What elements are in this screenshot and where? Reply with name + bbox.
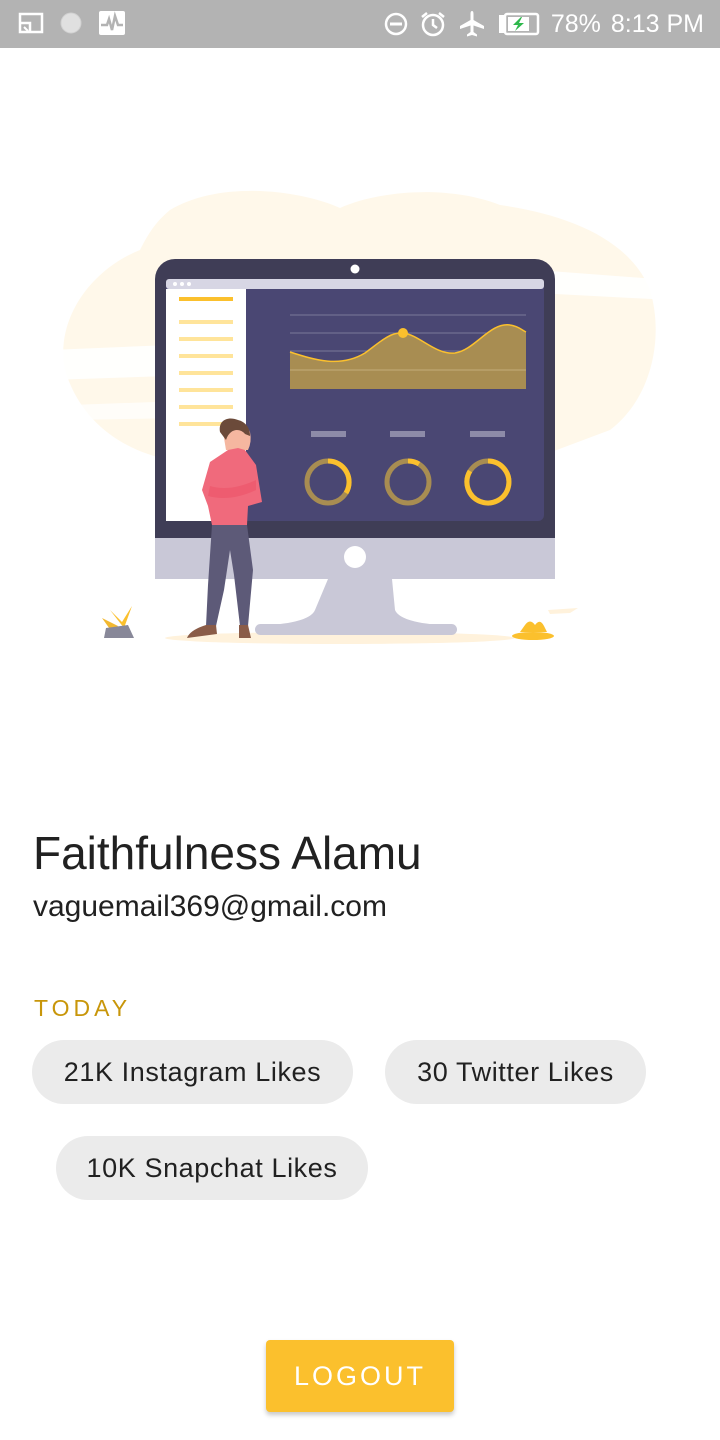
- chip-snapchat-likes[interactable]: 10K Snapchat Likes: [56, 1136, 368, 1200]
- clock: 8:13 PM: [610, 9, 704, 38]
- chip-twitter-likes[interactable]: 30 Twitter Likes: [385, 1040, 646, 1104]
- battery-percentage: 78%: [550, 9, 601, 38]
- alarm-icon: [419, 10, 447, 38]
- chip-instagram-likes[interactable]: 21K Instagram Likes: [32, 1040, 353, 1104]
- activity-monitor-icon: [98, 10, 126, 36]
- status-bar-right: 78% 8:13 PM: [383, 0, 704, 48]
- dashboard-monitor-illustration: [50, 190, 670, 644]
- profile-screen: 78% 8:13 PM Faithfulness Alamu vaguemail…: [0, 0, 720, 1440]
- logout-button[interactable]: LOGOUT: [266, 1340, 454, 1412]
- airplane-mode-icon: [457, 9, 487, 39]
- do-not-disturb-icon: [383, 11, 409, 37]
- profile-name: Faithfulness Alamu: [33, 827, 422, 879]
- status-bar-left: [18, 10, 126, 36]
- screen-cast-icon: [18, 11, 44, 35]
- circle-notification-icon: [58, 10, 84, 36]
- today-section-label: TODAY: [34, 995, 132, 1021]
- profile-email: vaguemail369@gmail.com: [33, 890, 387, 923]
- battery-charging-icon: [497, 12, 541, 36]
- status-bar: 78% 8:13 PM: [0, 0, 720, 48]
